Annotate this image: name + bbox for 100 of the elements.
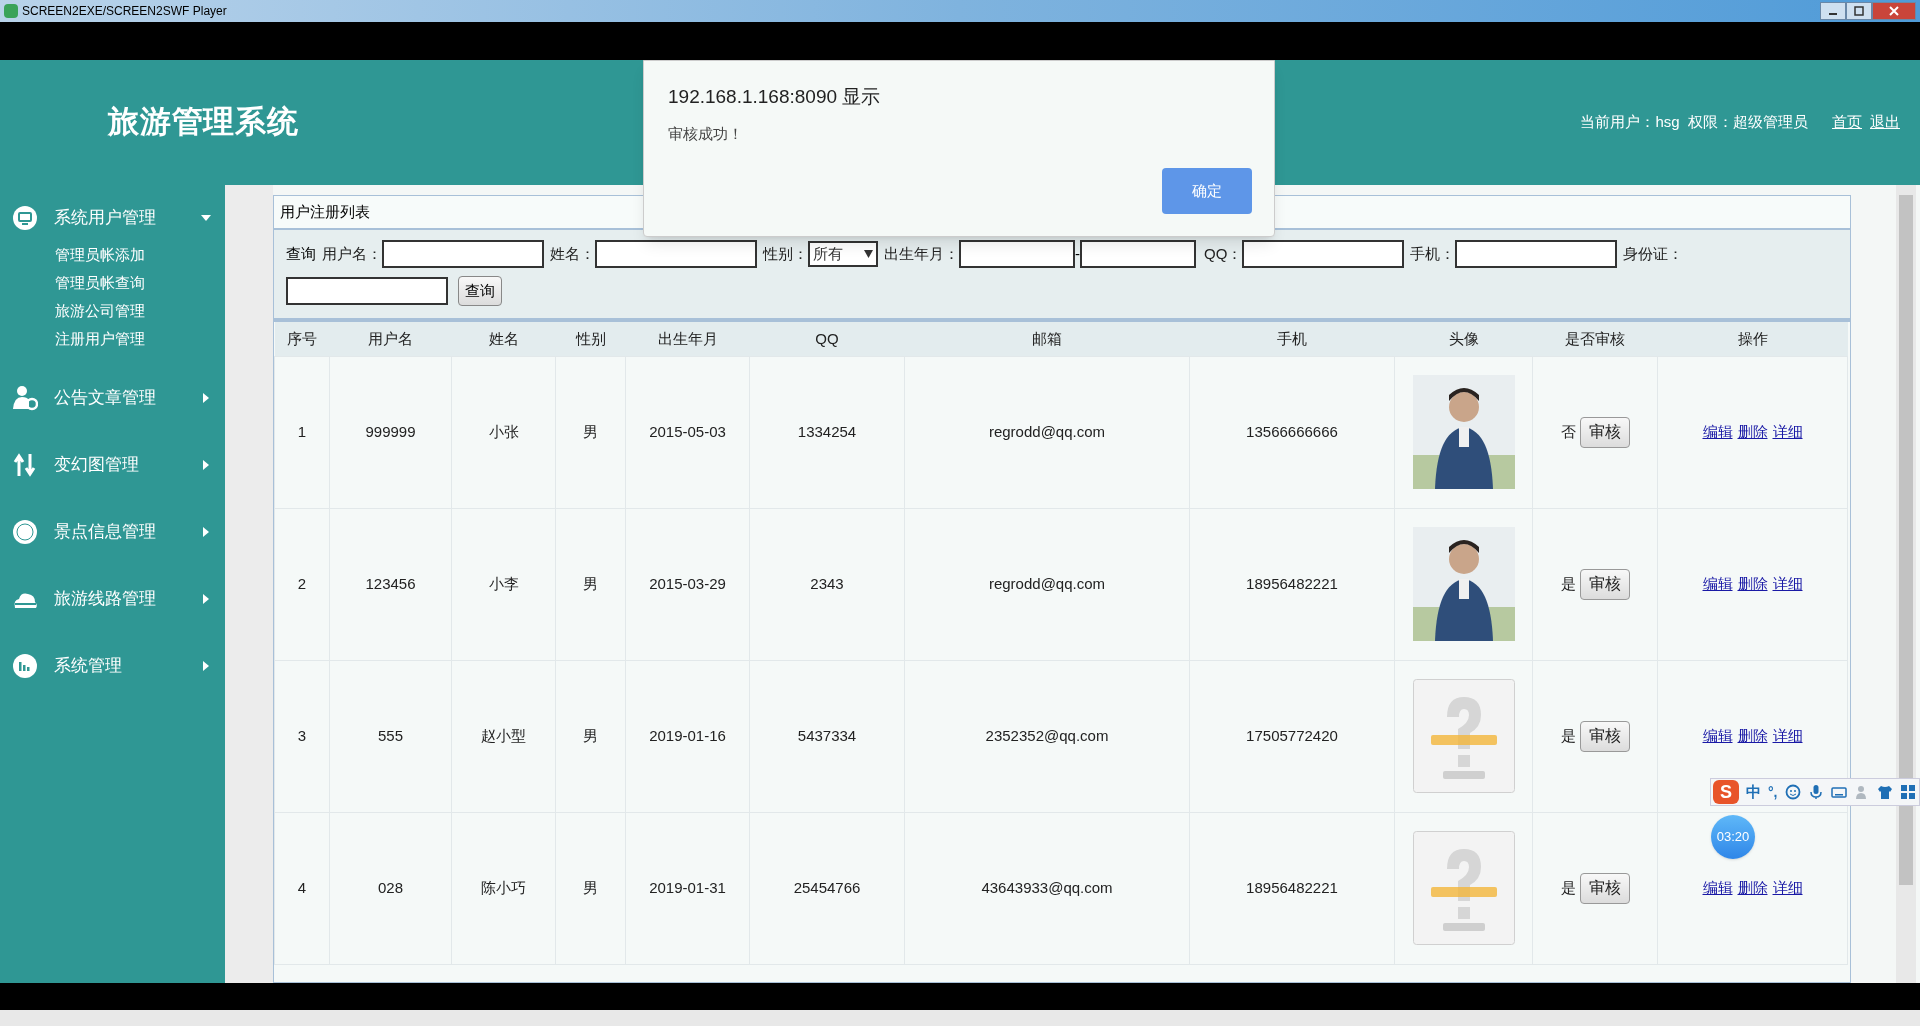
column-header: 头像 <box>1394 322 1533 356</box>
sidebar-item[interactable]: 旅游线路管理 <box>0 584 225 614</box>
submenu-item[interactable]: 管理员帐查询 <box>55 269 225 297</box>
sidebar-item[interactable]: 景点信息管理 <box>0 517 225 547</box>
action-link[interactable]: 编辑 <box>1702 572 1733 596</box>
table-cell: 4 <box>274 812 330 964</box>
ime-logo: S <box>1713 780 1739 804</box>
caret-right-icon <box>201 594 211 604</box>
action-link[interactable]: 删除 <box>1737 876 1768 900</box>
table-cell: 赵小型 <box>451 660 556 812</box>
field-label: QQ： <box>1204 243 1243 264</box>
audit-button[interactable]: 审核 <box>1579 872 1630 904</box>
user-gear-icon <box>12 385 38 411</box>
input-field[interactable] <box>595 240 757 268</box>
action-link[interactable]: 详细 <box>1772 876 1803 900</box>
column-header: 性别 <box>555 322 626 356</box>
input-field[interactable] <box>1242 240 1405 268</box>
action-link[interactable]: 删除 <box>1737 572 1768 596</box>
nav-link[interactable]: 首页 <box>1832 111 1862 134</box>
minimize-button[interactable] <box>1820 2 1846 20</box>
input-mode-toggle[interactable]: 中 <box>1746 780 1761 804</box>
action-link[interactable]: 编辑 <box>1702 420 1733 444</box>
sidebar-item[interactable]: 变幻图管理 <box>0 450 225 480</box>
sidebar-item[interactable]: 系统用户管理 <box>0 203 225 233</box>
action-link[interactable]: 删除 <box>1737 420 1768 444</box>
range-separator: - <box>1075 243 1080 264</box>
submenu-item[interactable]: 旅游公司管理 <box>55 297 225 325</box>
table-cell: 13566666666 <box>1189 356 1395 508</box>
smiley-icon[interactable] <box>1784 784 1801 800</box>
table-cell: 小李 <box>451 508 556 660</box>
input-field[interactable] <box>382 240 544 268</box>
field-label: 身份证： <box>1623 243 1684 264</box>
audit-button[interactable]: 审核 <box>1579 568 1630 600</box>
audit-status: 是 <box>1560 725 1576 746</box>
table-cell: 2019-01-31 <box>625 812 750 964</box>
column-header: 是否审核 <box>1532 322 1658 356</box>
action-link[interactable]: 编辑 <box>1702 876 1733 900</box>
grid-icon[interactable] <box>1899 784 1916 800</box>
site-title: 旅游管理系统 <box>108 103 299 142</box>
column-header: 邮箱 <box>904 322 1190 356</box>
minimize-icon <box>1829 13 1837 15</box>
search-button[interactable]: 查询 <box>458 276 502 306</box>
table-cell: 2015-05-03 <box>625 356 750 508</box>
shirt-icon[interactable] <box>1876 784 1893 800</box>
caret-down-icon <box>201 213 211 223</box>
close-button[interactable] <box>1872 2 1916 20</box>
table-cell: 5437334 <box>749 660 905 812</box>
field-label: 性别： <box>763 243 808 264</box>
input-field[interactable] <box>1080 240 1196 268</box>
input-field[interactable] <box>286 277 448 305</box>
column-header: 手机 <box>1189 322 1395 356</box>
table-cell: 1 <box>274 356 330 508</box>
action-link[interactable]: 编辑 <box>1702 724 1733 748</box>
column-header: QQ <box>749 322 905 356</box>
dialog-title: 192.168.1.168:8090 显示 <box>668 85 881 109</box>
punctuation-toggle[interactable]: °, <box>1768 781 1778 803</box>
table-cell: 男 <box>555 660 626 812</box>
audit-button[interactable]: 审核 <box>1579 720 1630 752</box>
table-cell: 555 <box>329 660 452 812</box>
nav-link[interactable]: 退出 <box>1870 111 1900 134</box>
column-header: 出生年月 <box>625 322 750 356</box>
dropdown-arrow-icon <box>864 250 873 258</box>
table-cell: 123456 <box>329 508 452 660</box>
scrollbar[interactable] <box>1896 185 1916 983</box>
window-title: SCREEN2EXE/SCREEN2SWF Player <box>22 3 227 20</box>
table-cell: 17505772420 <box>1189 660 1395 812</box>
gender-select[interactable]: 所有 <box>808 241 878 267</box>
table-cell: 陈小巧 <box>451 812 556 964</box>
field-label: 姓名： <box>550 243 595 264</box>
column-header: 操作 <box>1657 322 1848 356</box>
table-cell: regrodd@qq.com <box>904 356 1190 508</box>
input-field[interactable] <box>959 240 1075 268</box>
arrows-icon <box>12 452 38 478</box>
audit-status: 是 <box>1560 573 1576 594</box>
table-cell: 2015-03-29 <box>625 508 750 660</box>
keyboard-icon[interactable] <box>1830 784 1847 800</box>
sidebar-item[interactable]: 系统管理 <box>0 651 225 681</box>
maximize-button[interactable] <box>1846 2 1872 20</box>
submenu-item[interactable]: 注册用户管理 <box>55 325 225 353</box>
table-cell: 2352352@qq.com <box>904 660 1190 812</box>
caret-right-icon <box>201 460 211 470</box>
action-link[interactable]: 详细 <box>1772 420 1803 444</box>
action-link[interactable]: 删除 <box>1737 724 1768 748</box>
search-label: 查询 <box>286 243 316 264</box>
microphone-icon[interactable] <box>1807 784 1824 800</box>
column-header: 序号 <box>274 322 330 356</box>
input-field[interactable] <box>1455 240 1618 268</box>
table-cell: 男 <box>555 356 626 508</box>
table-cell: 小张 <box>451 356 556 508</box>
table-cell: 1334254 <box>749 356 905 508</box>
audit-button[interactable]: 审核 <box>1579 416 1630 448</box>
action-link[interactable]: 详细 <box>1772 572 1803 596</box>
table-cell: 男 <box>555 508 626 660</box>
sidebar-item[interactable]: 公告文章管理 <box>0 383 225 413</box>
table-cell: 18956482221 <box>1189 812 1395 964</box>
close-icon <box>1889 6 1899 16</box>
action-link[interactable]: 详细 <box>1772 724 1803 748</box>
audit-status: 否 <box>1560 421 1576 442</box>
field-label: 出生年月： <box>884 243 959 264</box>
submenu-item[interactable]: 管理员帐添加 <box>55 241 225 269</box>
